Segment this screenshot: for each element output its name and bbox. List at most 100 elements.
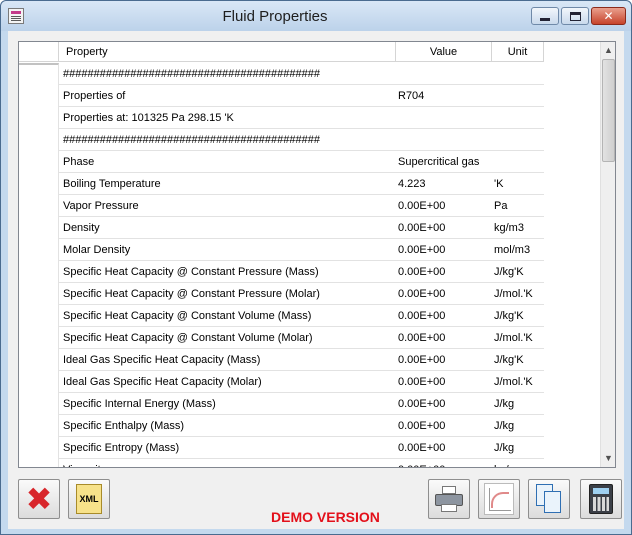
cell-property[interactable]: Specific Heat Capacity @ Constant Pressu… <box>59 283 396 305</box>
cell-property[interactable]: Ideal Gas Specific Heat Capacity (Molar) <box>59 371 396 393</box>
cell-value[interactable]: 0.00E+00 <box>396 393 492 415</box>
export-xml-button[interactable]: XML <box>68 479 110 519</box>
cell-property[interactable]: Phase <box>59 151 396 173</box>
cell-value[interactable]: Supercritical gas <box>396 151 492 173</box>
cell-property[interactable]: Density <box>59 217 396 239</box>
column-header-property[interactable]: Property <box>59 42 396 62</box>
cell-property[interactable]: Boiling Temperature <box>59 173 396 195</box>
cell-value[interactable]: 0.00E+00 <box>396 371 492 393</box>
cell-unit[interactable]: J/kg'K <box>492 261 544 283</box>
cell-unit[interactable] <box>492 151 544 173</box>
cell-value[interactable] <box>396 63 492 85</box>
cell-value[interactable]: R704 <box>396 85 492 107</box>
cell-unit[interactable] <box>492 107 544 129</box>
copy-button[interactable] <box>528 479 570 519</box>
table-row[interactable]: Specific Enthalpy (Mass) 0.00E+00 J/kg <box>19 415 544 437</box>
cell-value[interactable] <box>396 129 492 151</box>
cell-unit[interactable] <box>492 85 544 107</box>
row-header-cell[interactable] <box>19 239 59 261</box>
row-header-cell[interactable] <box>19 327 59 349</box>
scroll-down-icon[interactable]: ▼ <box>601 450 615 467</box>
cell-property[interactable]: ########################################… <box>59 63 396 85</box>
cell-value[interactable]: 0.00E+00 <box>396 437 492 459</box>
delete-button[interactable]: ✖ <box>18 479 60 519</box>
print-button[interactable] <box>428 479 470 519</box>
minimize-button[interactable] <box>531 7 559 25</box>
row-header-cell[interactable] <box>19 459 59 467</box>
cell-unit[interactable]: J/kg <box>492 393 544 415</box>
cell-unit[interactable]: J/kg'K <box>492 305 544 327</box>
cell-value[interactable]: 0.00E+00 <box>396 283 492 305</box>
table-row[interactable]: Properties of R704 <box>19 85 544 107</box>
cell-unit[interactable]: kg/m3 <box>492 217 544 239</box>
column-header-value[interactable]: Value <box>396 42 492 62</box>
cell-value[interactable]: 0.00E+00 <box>396 327 492 349</box>
column-header-unit[interactable]: Unit <box>492 42 544 62</box>
row-header-cell[interactable] <box>19 393 59 415</box>
table-row[interactable]: Molar Density 0.00E+00 mol/m3 <box>19 239 544 261</box>
row-header-cell[interactable] <box>19 107 59 129</box>
row-header-cell[interactable] <box>19 151 59 173</box>
close-button[interactable]: ✕ <box>591 7 626 25</box>
row-header-cell[interactable] <box>19 173 59 195</box>
scroll-up-icon[interactable]: ▲ <box>601 42 615 59</box>
cell-value[interactable] <box>396 107 492 129</box>
cell-unit[interactable]: Pa <box>492 195 544 217</box>
table-row[interactable]: Specific Heat Capacity @ Constant Volume… <box>19 327 544 349</box>
cell-property[interactable]: Vapor Pressure <box>59 195 396 217</box>
row-header-cell[interactable] <box>19 63 59 85</box>
cell-value[interactable]: 4.223 <box>396 173 492 195</box>
properties-grid[interactable]: Property Value Unit ####################… <box>18 41 616 468</box>
cell-value[interactable]: 0.00E+00 <box>396 239 492 261</box>
row-header-cell[interactable] <box>19 85 59 107</box>
scrollbar-thumb[interactable] <box>602 59 615 162</box>
cell-unit[interactable] <box>492 63 544 85</box>
cell-value[interactable]: 0.00E+00 <box>396 195 492 217</box>
row-header-cell[interactable] <box>19 283 59 305</box>
table-row[interactable]: Viscosity0.00E+00kg/m.s <box>19 459 544 467</box>
cell-value[interactable]: 0.00E+00 <box>396 349 492 371</box>
cell-unit[interactable]: J/kg <box>492 415 544 437</box>
table-row[interactable]: Specific Internal Energy (Mass) 0.00E+00 J… <box>19 393 544 415</box>
row-header-cell[interactable] <box>19 305 59 327</box>
chart-button[interactable] <box>478 479 520 519</box>
row-header-cell[interactable] <box>19 129 59 151</box>
cell-value[interactable]: 0.00E+00 <box>396 415 492 437</box>
cell-property[interactable]: Molar Density <box>59 239 396 261</box>
cell-unit[interactable]: J/kg'K <box>492 349 544 371</box>
title-bar[interactable]: Fluid Properties ✕ <box>1 1 631 31</box>
cell-value[interactable]: 0.00E+00 <box>396 459 492 467</box>
cell-property[interactable]: Specific Entropy (Mass) <box>59 437 396 459</box>
cell-property[interactable]: Viscosity <box>59 459 396 467</box>
cell-property[interactable]: Specific Heat Capacity @ Constant Volume… <box>59 305 396 327</box>
vertical-scrollbar[interactable]: ▲ ▼ <box>600 42 615 467</box>
cell-value[interactable]: 0.00E+00 <box>396 261 492 283</box>
row-header-cell[interactable] <box>19 415 59 437</box>
cell-unit[interactable]: J/kg <box>492 437 544 459</box>
table-row[interactable]: Specific Entropy (Mass) 0.00E+00 J/kg <box>19 437 544 459</box>
cell-unit[interactable]: J/mol.'K <box>492 371 544 393</box>
table-row[interactable]: Boiling Temperature 4.223 'K <box>19 173 544 195</box>
table-row[interactable]: Density 0.00E+00 kg/m3 <box>19 217 544 239</box>
row-header-cell[interactable] <box>19 195 59 217</box>
row-header-cell[interactable] <box>19 349 59 371</box>
table-row[interactable]: Vapor Pressure 0.00E+00 Pa <box>19 195 544 217</box>
cell-property[interactable]: Properties of <box>59 85 396 107</box>
table-row[interactable]: Phase Supercritical gas <box>19 151 544 173</box>
table-row[interactable]: Specific Heat Capacity @ Constant Pressu… <box>19 283 544 305</box>
cell-value[interactable]: 0.00E+00 <box>396 217 492 239</box>
row-header-cell[interactable] <box>19 437 59 459</box>
row-header-corner[interactable] <box>19 42 59 62</box>
calculator-button[interactable] <box>580 479 622 519</box>
cell-property[interactable]: Specific Heat Capacity @ Constant Volume… <box>59 327 396 349</box>
table-row[interactable]: ########################################… <box>19 129 544 151</box>
maximize-button[interactable] <box>561 7 589 25</box>
table-row[interactable]: Ideal Gas Specific Heat Capacity (Mass) 0… <box>19 349 544 371</box>
cell-unit[interactable]: mol/m3 <box>492 239 544 261</box>
row-header-cell[interactable] <box>19 217 59 239</box>
cell-property[interactable]: Specific Enthalpy (Mass) <box>59 415 396 437</box>
cell-unit[interactable]: J/mol.'K <box>492 327 544 349</box>
cell-unit[interactable] <box>492 129 544 151</box>
cell-property[interactable]: Specific Internal Energy (Mass) <box>59 393 396 415</box>
table-row[interactable]: ########################################… <box>19 63 544 85</box>
